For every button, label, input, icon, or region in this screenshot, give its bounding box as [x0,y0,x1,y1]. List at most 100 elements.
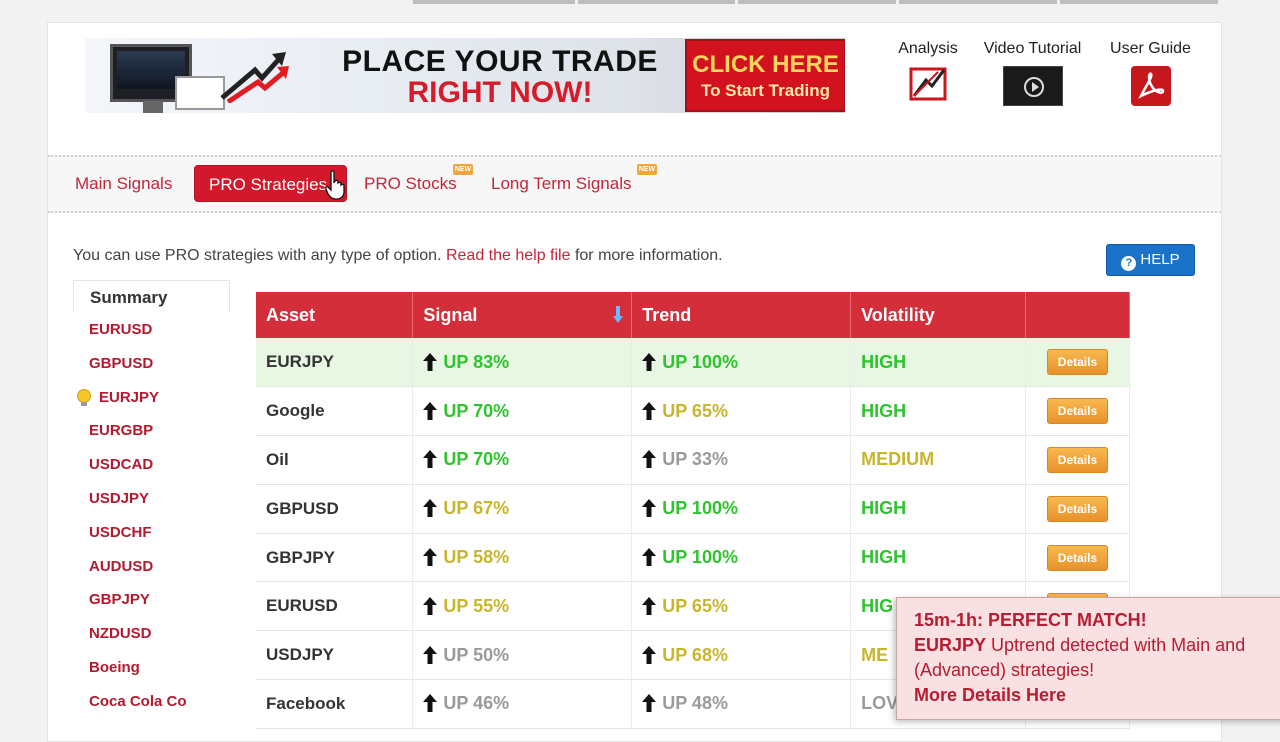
sidebar-item-audusd[interactable]: AUDUSD [73,550,230,584]
sidebar-item-usdchf[interactable]: USDCHF [73,516,230,550]
banner-headline-line2: RIGHT NOW! [407,76,593,109]
summary-heading[interactable]: Summary [73,280,230,313]
signal-value: UP 46% [443,693,510,714]
up-arrow-icon [642,450,657,469]
new-badge: NEW [453,164,473,175]
sidebar-item-eurgbp[interactable]: EURGBP [73,414,230,448]
details-button[interactable]: Details [1046,495,1108,522]
tab-main-signals[interactable]: Main Signals [61,165,186,202]
signal-cell: UP 70% [412,386,633,437]
sidebar-item-usdjpy[interactable]: USDJPY [73,482,230,516]
banner-headline-line1: PLACE YOUR TRADE [342,45,658,78]
trend-value: UP 65% [662,595,728,616]
table-row: GBPUSD UP 67% UP 100% HIGH Details [256,484,1131,534]
signal-notification-popup[interactable]: 15m-1h: PERFECT MATCH! EURJPY Uptrend de… [896,597,1280,720]
trend-value: UP 65% [662,400,728,421]
signal-value: UP 67% [443,498,510,519]
user-guide-label: User Guide [1110,40,1191,57]
new-badge: NEW [637,164,657,175]
popup-message-line2: (Advanced) strategies! [914,660,1095,680]
column-header-volatility[interactable]: Volatility [850,292,1026,338]
table-row: EURJPY UP 83% UP 100% HIGH Details [256,338,1131,388]
signal-value: UP 50% [443,644,510,665]
user-guide-link[interactable]: User Guide [1103,40,1198,111]
actions-cell: Details [1025,484,1131,534]
info-text: You can use PRO strategies with any type… [73,247,723,265]
trend-cell: UP 65% [631,386,852,437]
video-icon [1002,66,1063,106]
help-button[interactable]: ? HELP [1106,244,1195,276]
popup-more-details-link[interactable]: More Details Here [914,683,1280,708]
actions-cell: Details [1025,386,1131,437]
signal-value: UP 83% [443,351,510,372]
column-header-trend[interactable]: Trend [631,292,852,338]
asset-cell: EURUSD [256,581,414,632]
up-arrow-icon [423,499,438,518]
sidebar-item-boeing[interactable]: Boeing [73,651,230,685]
trend-cell: UP 100% [631,533,852,583]
video-tutorial-link[interactable]: Video Tutorial [975,40,1090,106]
analysis-icon [909,67,947,101]
sidebar-item-nzdusd[interactable]: NZDUSD [73,617,230,651]
trend-cell: UP 33% [631,435,852,485]
trend-cell: UP 65% [631,581,852,632]
info-text-after: for more information. [574,247,723,264]
sidebar-item-usdcad[interactable]: USDCAD [73,448,230,482]
sidebar-item-label: EURJPY [99,388,160,406]
popup-title: 15m-1h: PERFECT MATCH! [914,610,1147,630]
sidebar-item-gbpjpy[interactable]: GBPJPY [73,583,230,617]
trade-banner[interactable]: PLACE YOUR TRADE RIGHT NOW! CLICK HERE T… [85,38,845,113]
lightbulb-icon [77,388,91,406]
cta-line2: To Start Trading [700,81,831,100]
popup-message: Uptrend detected with Main and [991,635,1246,655]
trend-cell: UP 100% [631,338,852,388]
actions-cell: Details [1025,533,1131,583]
analysis-link[interactable]: Analysis [893,40,963,107]
asset-cell: Google [256,386,414,437]
pdf-icon [1130,66,1171,106]
signal-cell: UP 46% [412,679,633,729]
table-row: GBPJPY UP 58% UP 100% HIGH Details [256,533,1131,583]
signal-value: UP 55% [443,595,510,616]
sort-down-icon [613,306,624,323]
details-button[interactable]: Details [1046,544,1108,571]
details-button[interactable]: Details [1046,446,1108,473]
hand-cursor-icon [325,170,345,200]
tab-long-term-signals[interactable]: Long Term Signals [477,165,646,202]
asset-cell: Facebook [256,679,414,729]
up-arrow-icon [423,694,438,713]
signal-cell: UP 58% [412,533,633,583]
up-arrow-icon [423,645,438,664]
sidebar-item-gbpusd[interactable]: GBPUSD [73,347,230,381]
signal-cell: UP 67% [412,484,633,534]
up-arrow-icon [423,401,438,420]
sidebar-item-eurjpy[interactable]: EURJPY [73,381,230,415]
sidebar-item-coca-cola[interactable]: Coca Cola Co [73,685,230,719]
trend-value: UP 48% [662,693,728,714]
asset-cell: Oil [256,435,414,485]
trend-value: UP 33% [662,449,728,470]
column-header-signal-label: Signal [423,304,478,325]
analysis-label: Analysis [898,40,958,57]
start-trading-button[interactable]: CLICK HERE To Start Trading [685,39,845,112]
signal-cell: UP 50% [412,630,633,681]
rising-arrow-icon [220,52,289,103]
question-icon: ? [1121,256,1137,271]
signal-cell: UP 70% [412,435,633,485]
column-header-actions [1025,292,1131,338]
asset-cell: GBPUSD [256,484,414,534]
up-arrow-icon [423,596,438,615]
up-arrow-icon [642,694,657,713]
sidebar-item-eurusd[interactable]: EURUSD [73,313,230,347]
help-file-link[interactable]: Read the help file [446,247,571,264]
actions-cell: Details [1025,338,1131,388]
trend-value: UP 100% [662,351,738,372]
column-header-asset[interactable]: Asset [256,292,414,338]
trend-value: UP 100% [662,547,738,568]
asset-cell: USDJPY [256,630,414,681]
details-button[interactable]: Details [1046,398,1108,425]
details-button[interactable]: Details [1046,349,1108,376]
column-header-signal[interactable]: Signal [412,292,633,338]
volatility-cell: MEDIUM [850,435,1026,485]
info-text-before: You can use PRO strategies with any type… [73,247,442,264]
